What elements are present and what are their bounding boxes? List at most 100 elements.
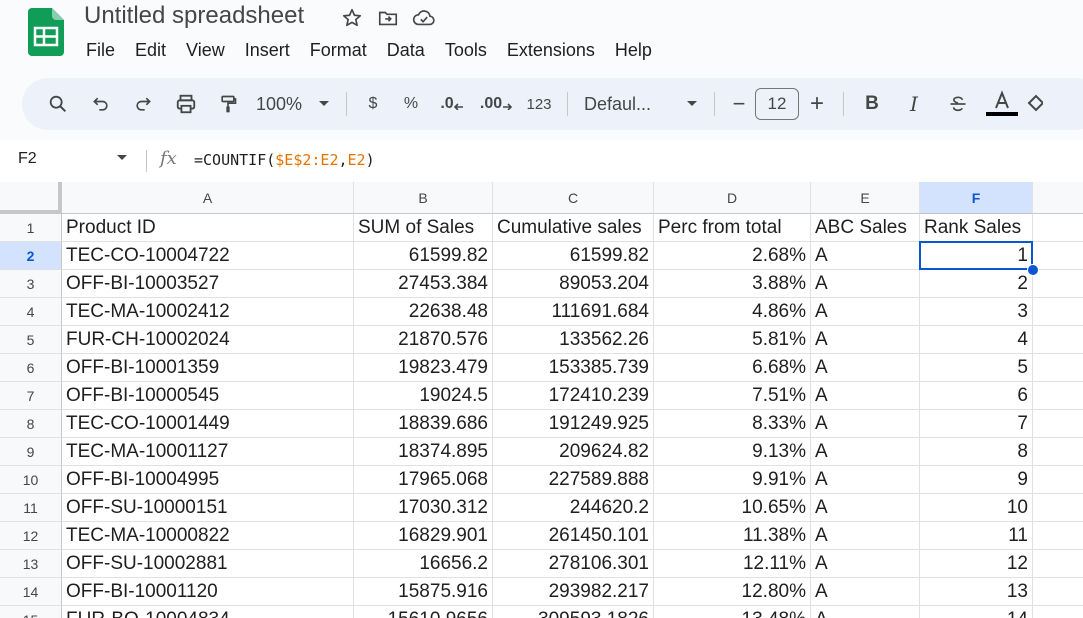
cell-b4[interactable]: 22638.48 bbox=[354, 298, 493, 326]
increase-decimal-button[interactable]: .00 bbox=[473, 86, 519, 122]
cell-g12[interactable] bbox=[1033, 522, 1083, 550]
row-header-11[interactable]: 11 bbox=[0, 494, 62, 522]
row-header-6[interactable]: 6 bbox=[0, 354, 62, 382]
cell-d13[interactable]: 12.11% bbox=[654, 550, 811, 578]
column-header-empty[interactable] bbox=[1033, 182, 1083, 214]
font-family-dropdown[interactable]: Defaul... bbox=[576, 86, 706, 122]
cell-a12[interactable]: TEC-MA-10000822 bbox=[62, 522, 354, 550]
cell-g5[interactable] bbox=[1033, 326, 1083, 354]
menu-edit[interactable]: Edit bbox=[125, 38, 176, 63]
redo-icon[interactable] bbox=[122, 86, 164, 122]
cell-e3[interactable]: A bbox=[811, 270, 920, 298]
row-header-7[interactable]: 7 bbox=[0, 382, 62, 410]
cell-a2[interactable]: TEC-CO-10004722 bbox=[62, 242, 354, 270]
cell-a11[interactable]: OFF-SU-10000151 bbox=[62, 494, 354, 522]
number-format-button[interactable]: 123 bbox=[519, 86, 559, 122]
row-header-13[interactable]: 13 bbox=[0, 550, 62, 578]
cell-e15[interactable]: A bbox=[811, 606, 920, 618]
formula-input[interactable]: =COUNTIF($E$2:E2,E2) bbox=[194, 151, 375, 169]
menu-insert[interactable]: Insert bbox=[235, 38, 300, 63]
cell-b7[interactable]: 19024.5 bbox=[354, 382, 493, 410]
cell-b15[interactable]: 15610.9656 bbox=[354, 606, 493, 618]
decrease-font-size-button[interactable]: − bbox=[723, 86, 755, 122]
cell-f8[interactable]: 7 bbox=[920, 410, 1033, 438]
cell-f5[interactable]: 4 bbox=[920, 326, 1033, 354]
cell-c8[interactable]: 191249.925 bbox=[493, 410, 654, 438]
cell-c12[interactable]: 261450.101 bbox=[493, 522, 654, 550]
cell-f11[interactable]: 10 bbox=[920, 494, 1033, 522]
row-header-2[interactable]: 2 bbox=[0, 242, 62, 270]
cell-b11[interactable]: 17030.312 bbox=[354, 494, 493, 522]
cell-g7[interactable] bbox=[1033, 382, 1083, 410]
cell-b12[interactable]: 16829.901 bbox=[354, 522, 493, 550]
bold-button[interactable]: B bbox=[852, 86, 892, 122]
cell-a14[interactable]: OFF-BI-10001120 bbox=[62, 578, 354, 606]
sheets-logo-icon[interactable] bbox=[28, 8, 64, 56]
cell-f10[interactable]: 9 bbox=[920, 466, 1033, 494]
currency-format-button[interactable]: $ bbox=[355, 86, 391, 122]
cell-c9[interactable]: 209624.82 bbox=[493, 438, 654, 466]
cell-c7[interactable]: 172410.239 bbox=[493, 382, 654, 410]
column-header-f[interactable]: F bbox=[920, 182, 1033, 214]
cell-g4[interactable] bbox=[1033, 298, 1083, 326]
cell-g10[interactable] bbox=[1033, 466, 1083, 494]
cell-d11[interactable]: 10.65% bbox=[654, 494, 811, 522]
cell-a7[interactable]: OFF-BI-10000545 bbox=[62, 382, 354, 410]
cell-d8[interactable]: 8.33% bbox=[654, 410, 811, 438]
column-header-b[interactable]: B bbox=[354, 182, 493, 214]
cell-g15[interactable] bbox=[1033, 606, 1083, 618]
row-header-3[interactable]: 3 bbox=[0, 270, 62, 298]
italic-button[interactable]: I bbox=[892, 86, 936, 122]
row-header-8[interactable]: 8 bbox=[0, 410, 62, 438]
cell-e1[interactable]: ABC Sales bbox=[811, 214, 920, 242]
cell-a15[interactable]: FUR-BO-10004834 bbox=[62, 606, 354, 618]
star-icon[interactable] bbox=[340, 6, 364, 30]
cell-c5[interactable]: 133562.26 bbox=[493, 326, 654, 354]
percent-format-button[interactable]: % bbox=[391, 86, 431, 122]
decrease-decimal-button[interactable]: .0 bbox=[431, 86, 473, 122]
cell-g11[interactable] bbox=[1033, 494, 1083, 522]
name-box[interactable]: F2 bbox=[18, 150, 37, 168]
search-icon[interactable] bbox=[36, 86, 80, 122]
cell-c10[interactable]: 227589.888 bbox=[493, 466, 654, 494]
cell-g3[interactable] bbox=[1033, 270, 1083, 298]
row-header-5[interactable]: 5 bbox=[0, 326, 62, 354]
cell-f2[interactable]: 1 bbox=[920, 242, 1033, 270]
move-to-folder-icon[interactable] bbox=[376, 6, 400, 30]
font-size-input[interactable]: 12 bbox=[755, 88, 799, 120]
row-header-4[interactable]: 4 bbox=[0, 298, 62, 326]
cell-e10[interactable]: A bbox=[811, 466, 920, 494]
cell-d6[interactable]: 6.68% bbox=[654, 354, 811, 382]
undo-icon[interactable] bbox=[80, 86, 122, 122]
cell-c6[interactable]: 153385.739 bbox=[493, 354, 654, 382]
cell-c2[interactable]: 61599.82 bbox=[493, 242, 654, 270]
cell-f14[interactable]: 13 bbox=[920, 578, 1033, 606]
cell-d10[interactable]: 9.91% bbox=[654, 466, 811, 494]
cell-f4[interactable]: 3 bbox=[920, 298, 1033, 326]
cell-e2[interactable]: A bbox=[811, 242, 920, 270]
cell-b10[interactable]: 17965.068 bbox=[354, 466, 493, 494]
cell-g8[interactable] bbox=[1033, 410, 1083, 438]
menu-view[interactable]: View bbox=[176, 38, 235, 63]
cell-f9[interactable]: 8 bbox=[920, 438, 1033, 466]
cell-d2[interactable]: 2.68% bbox=[654, 242, 811, 270]
cell-c3[interactable]: 89053.204 bbox=[493, 270, 654, 298]
menu-extensions[interactable]: Extensions bbox=[497, 38, 605, 63]
cell-g6[interactable] bbox=[1033, 354, 1083, 382]
menu-data[interactable]: Data bbox=[377, 38, 435, 63]
row-header-10[interactable]: 10 bbox=[0, 466, 62, 494]
cell-d7[interactable]: 7.51% bbox=[654, 382, 811, 410]
row-header-15[interactable]: 15 bbox=[0, 606, 62, 618]
menu-tools[interactable]: Tools bbox=[435, 38, 497, 63]
cell-b14[interactable]: 15875.916 bbox=[354, 578, 493, 606]
cell-f15[interactable]: 14 bbox=[920, 606, 1033, 618]
cell-e12[interactable]: A bbox=[811, 522, 920, 550]
cell-f12[interactable]: 11 bbox=[920, 522, 1033, 550]
zoom-dropdown[interactable]: 100% bbox=[248, 86, 338, 122]
cell-b9[interactable]: 18374.895 bbox=[354, 438, 493, 466]
cell-b5[interactable]: 21870.576 bbox=[354, 326, 493, 354]
cell-g2[interactable] bbox=[1033, 242, 1083, 270]
cell-d5[interactable]: 5.81% bbox=[654, 326, 811, 354]
column-header-c[interactable]: C bbox=[493, 182, 654, 214]
cell-e13[interactable]: A bbox=[811, 550, 920, 578]
